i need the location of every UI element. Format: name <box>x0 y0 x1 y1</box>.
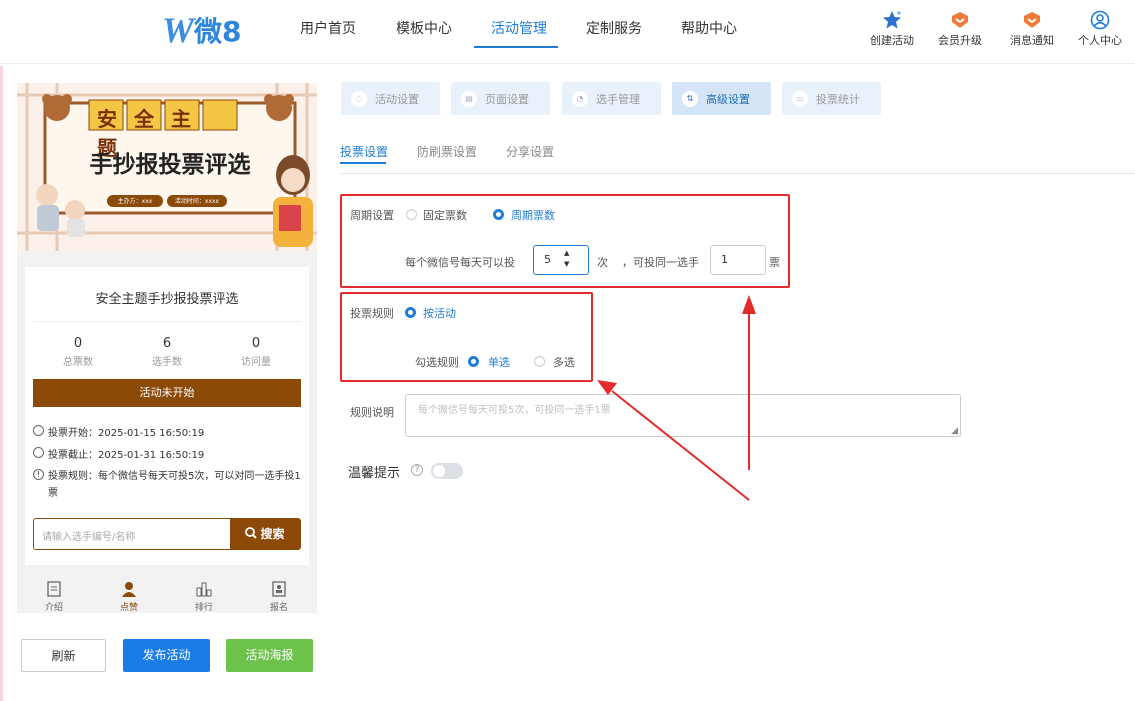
annotation-arrow-left <box>611 390 750 501</box>
annotation-arrows <box>597 295 756 501</box>
annotation-arrowhead <box>742 295 756 314</box>
